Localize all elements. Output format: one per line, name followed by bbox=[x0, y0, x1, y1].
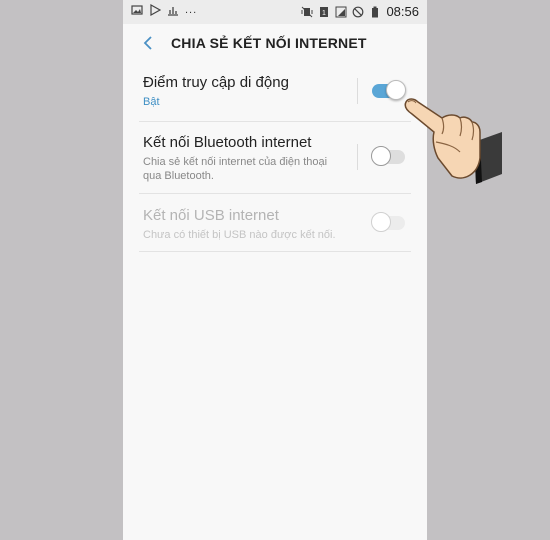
setting-usb-tethering: Kết nối USB internet Chưa có thiết bị US… bbox=[143, 207, 407, 242]
description-line: Chia sẻ kết nối internet của điện thoại bbox=[143, 156, 328, 168]
row-divider bbox=[139, 251, 411, 252]
vertical-divider bbox=[357, 78, 358, 104]
row-divider bbox=[139, 121, 411, 122]
setting-status: Bật bbox=[143, 96, 160, 108]
toggle-knob bbox=[371, 146, 391, 166]
back-button[interactable] bbox=[137, 32, 159, 54]
phone-screen: ... 1 08:56 CHIA SẺ KẾT NỐI INTERNET Điể… bbox=[123, 0, 427, 540]
setting-description: Chưa có thiết bị USB nào được kết nối. bbox=[143, 229, 336, 241]
mobile-hotspot-toggle[interactable] bbox=[372, 80, 406, 100]
no-disturb-icon bbox=[353, 6, 364, 17]
setting-title: Điểm truy cập di động bbox=[143, 74, 289, 91]
back-arrow-icon bbox=[143, 36, 152, 50]
battery-icon bbox=[372, 6, 379, 17]
setting-title: Kết nối USB internet bbox=[143, 207, 279, 224]
setting-mobile-hotspot[interactable]: Điểm truy cập di động Bật bbox=[143, 74, 407, 109]
vertical-divider bbox=[357, 144, 358, 170]
clock: 08:56 bbox=[386, 4, 419, 19]
image-icon bbox=[131, 5, 143, 15]
page-title: CHIA SẺ KẾT NỐI INTERNET bbox=[171, 35, 367, 51]
setting-description: Chia sẻ kết nối internet của điện thoại … bbox=[143, 155, 407, 183]
setting-title: Kết nối Bluetooth internet bbox=[143, 134, 312, 151]
pointing-hand-icon bbox=[404, 98, 502, 184]
app-header: CHIA SẺ KẾT NỐI INTERNET bbox=[123, 24, 427, 64]
svg-text:1: 1 bbox=[323, 10, 327, 17]
bluetooth-tethering-toggle[interactable] bbox=[371, 146, 405, 166]
bar-chart-icon bbox=[168, 7, 178, 16]
toggle-knob bbox=[371, 212, 391, 232]
vibrate-icon bbox=[301, 6, 313, 17]
row-divider bbox=[139, 193, 411, 194]
status-overflow: ... bbox=[185, 4, 198, 16]
status-bar: ... 1 08:56 bbox=[123, 0, 427, 24]
sim-icon: 1 bbox=[320, 6, 329, 17]
setting-bluetooth-tethering[interactable]: Kết nối Bluetooth internet Chia sẻ kết n… bbox=[143, 134, 407, 183]
usb-tethering-toggle bbox=[371, 212, 405, 232]
signal-icon bbox=[335, 6, 347, 17]
description-line: qua Bluetooth. bbox=[143, 170, 214, 182]
play-store-icon bbox=[150, 4, 161, 16]
